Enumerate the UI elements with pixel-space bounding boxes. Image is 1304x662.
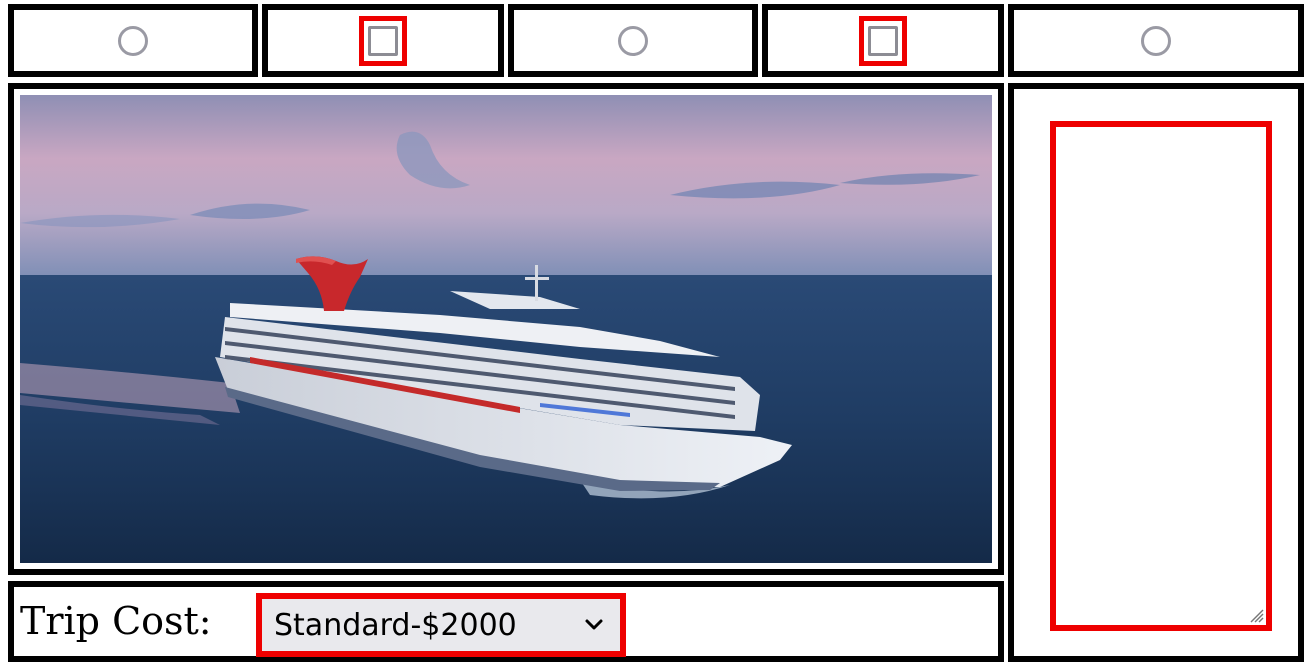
- trip-cost-select[interactable]: Standard-$2000: [256, 593, 626, 657]
- resize-grip-icon[interactable]: [1248, 607, 1264, 623]
- textarea-highlight[interactable]: [1050, 121, 1272, 631]
- radio-button-1[interactable]: [118, 25, 148, 56]
- radio-button-2[interactable]: [618, 25, 648, 56]
- radio-button-3[interactable]: [1141, 25, 1171, 56]
- top-cell-2: [262, 4, 504, 77]
- top-cell-5: [1008, 4, 1304, 77]
- cruise-ship-photo: [20, 95, 992, 563]
- trip-cost-cell: Trip Cost: Standard-$2000: [8, 581, 1004, 662]
- chevron-down-icon: [585, 619, 603, 630]
- comments-textarea[interactable]: [1056, 127, 1266, 625]
- checkbox-1[interactable]: [368, 25, 398, 56]
- checkbox-highlight-1[interactable]: [359, 15, 407, 66]
- photo-cell: [8, 83, 1004, 575]
- top-cell-4: [762, 4, 1004, 77]
- checkbox-highlight-2[interactable]: [859, 15, 907, 66]
- trip-cost-selected-value: Standard-$2000: [274, 608, 517, 643]
- checkbox-2[interactable]: [868, 25, 898, 56]
- top-cell-1: [8, 4, 258, 77]
- top-cell-3: [508, 4, 758, 77]
- trip-cost-label: Trip Cost:: [20, 599, 212, 643]
- side-cell: [1008, 83, 1304, 662]
